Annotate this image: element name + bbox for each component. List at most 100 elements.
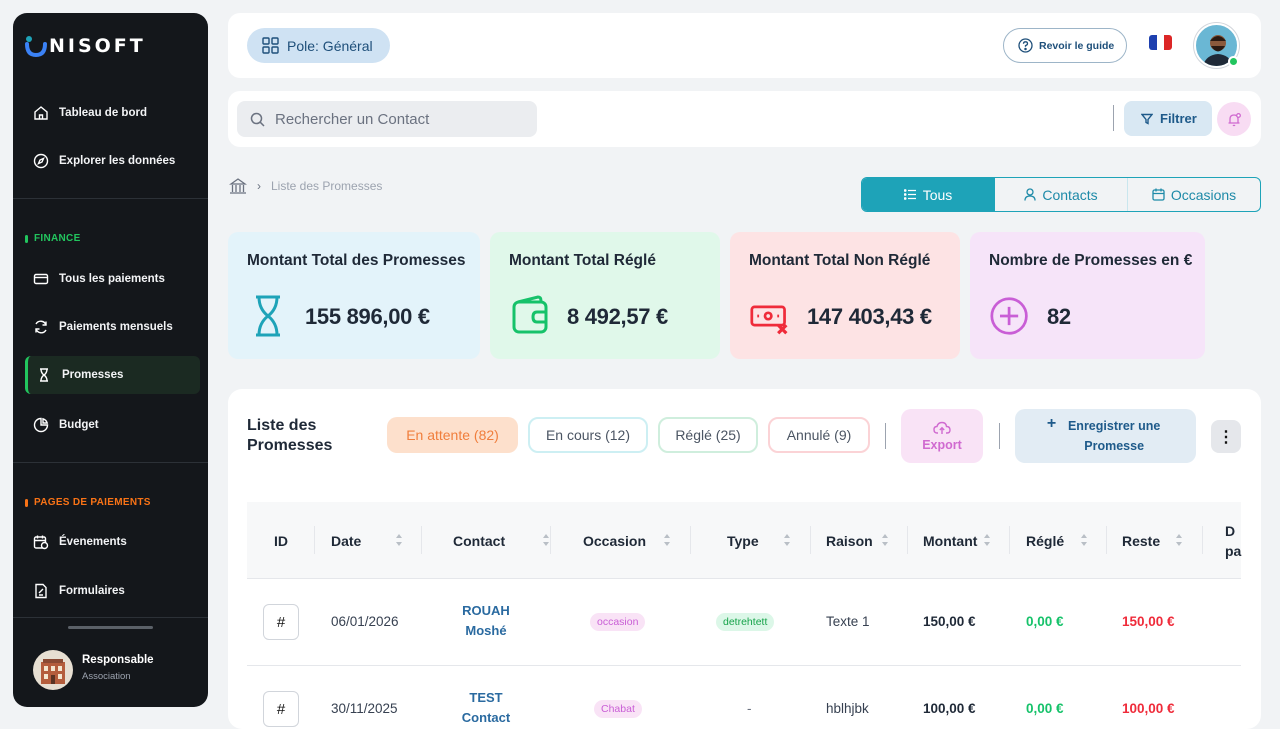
card-value: 8 492,57 € xyxy=(567,304,668,329)
tab-contacts[interactable]: Contacts xyxy=(994,178,1128,211)
guide-label: Revoir le guide xyxy=(1039,39,1115,52)
cloud-upload-icon xyxy=(933,421,951,434)
filter-settled[interactable]: Réglé (25) xyxy=(658,417,758,453)
row-type-badge: detrehtett xyxy=(716,613,775,631)
col-date[interactable]: Date xyxy=(331,502,421,579)
guide-button[interactable]: Revoir le guide xyxy=(1003,28,1127,63)
stat-card-total-unsettled: Montant Total Non Réglé 147 403,43 € xyxy=(730,232,960,359)
filter-pending[interactable]: En attente (82) xyxy=(387,417,518,453)
col-type[interactable]: Type xyxy=(727,502,807,579)
calendar-clock-icon xyxy=(33,535,49,550)
search-bar: Rechercher un Contact Filtrer xyxy=(228,91,1261,147)
divider xyxy=(1202,526,1203,554)
filter-cancelled[interactable]: Annulé (9) xyxy=(768,417,870,453)
row-amount: 100,00 € xyxy=(923,701,976,716)
pole-label: Pole: Général xyxy=(287,37,373,54)
row-remaining: 100,00 € xyxy=(1122,701,1175,716)
table-row[interactable]: # 06/01/2026 ROUAH Moshé occasion detreh… xyxy=(247,579,1241,666)
tab-label: Tous xyxy=(922,186,953,203)
section-finance: FINANCE xyxy=(25,233,81,244)
card-value: 155 896,00 € xyxy=(305,304,430,329)
add-promise-button[interactable]: + Enregistrer une Promesse xyxy=(1015,409,1196,463)
home-icon xyxy=(34,106,48,120)
col-reason[interactable]: Raison xyxy=(826,502,906,579)
sidebar-item-events[interactable]: Évenements xyxy=(25,523,200,561)
row-type: - xyxy=(747,701,752,716)
more-vertical-icon: ⋮ xyxy=(1218,428,1234,446)
col-settled[interactable]: Réglé xyxy=(1026,502,1106,579)
promises-panel: Liste des Promesses En attente (82) En c… xyxy=(228,389,1261,729)
tab-label: Contacts xyxy=(1042,186,1098,203)
pie-chart-icon xyxy=(33,417,49,433)
sidebar-item-budget[interactable]: Budget xyxy=(25,406,200,444)
sidebar: NISOFT Tableau de bord Explorer les donn… xyxy=(13,13,208,707)
col-id: ID xyxy=(274,532,288,549)
more-options-button[interactable]: ⋮ xyxy=(1211,420,1241,453)
tab-label: Occasions xyxy=(1170,186,1237,203)
sidebar-item-explore[interactable]: Explorer les données xyxy=(25,142,200,180)
divider xyxy=(690,526,691,554)
row-id-button[interactable]: # xyxy=(263,691,299,727)
divider xyxy=(421,526,422,554)
row-contact-link[interactable]: ROUAH Moshé xyxy=(451,601,521,641)
panel-title: Liste des Promesses xyxy=(247,417,333,454)
sidebar-item-label: Tableau de bord xyxy=(59,107,147,119)
filter-in-progress[interactable]: En cours (12) xyxy=(528,417,648,453)
online-status-dot xyxy=(1228,56,1239,67)
stat-card-promise-count: Nombre de Promesses en € 82 xyxy=(970,232,1205,359)
row-settled: 0,00 € xyxy=(1026,614,1064,629)
section-payment-pages: PAGES DE PAIEMENTS xyxy=(25,497,151,508)
sidebar-item-label: Évenements xyxy=(59,536,127,548)
bank-icon[interactable] xyxy=(229,178,247,194)
divider xyxy=(550,526,551,554)
card-title: Montant Total des Promesses xyxy=(247,252,466,269)
add-label: Enregistrer une Promesse xyxy=(1067,419,1161,453)
sidebar-item-label: Promesses xyxy=(62,369,124,381)
export-button[interactable]: Export xyxy=(901,409,983,463)
sidebar-item-all-payments[interactable]: Tous les paiements xyxy=(25,260,200,298)
list-icon xyxy=(903,189,916,200)
col-contact[interactable]: Contact xyxy=(453,502,553,579)
search-input[interactable]: Rechercher un Contact xyxy=(237,101,537,137)
help-icon xyxy=(1018,38,1033,53)
tab-occasions[interactable]: Occasions xyxy=(1128,178,1260,211)
sidebar-item-dashboard[interactable]: Tableau de bord xyxy=(25,94,200,132)
language-flag-icon[interactable] xyxy=(1149,35,1172,50)
col-remaining[interactable]: Reste xyxy=(1122,502,1202,579)
sidebar-item-promises[interactable]: Promesses xyxy=(25,356,200,394)
pole-selector[interactable]: Pole: Général xyxy=(247,28,390,63)
credit-card-icon xyxy=(33,273,49,285)
col-amount[interactable]: Montant xyxy=(923,502,1003,579)
search-placeholder: Rechercher un Contact xyxy=(275,110,430,128)
chevron-right-icon: › xyxy=(257,179,261,193)
filter-button[interactable]: Filtrer xyxy=(1124,101,1212,136)
notification-button[interactable] xyxy=(1217,102,1251,136)
drag-handle[interactable] xyxy=(68,626,153,629)
sidebar-item-monthly-payments[interactable]: Paiements mensuels xyxy=(25,308,200,346)
col-occasion[interactable]: Occasion xyxy=(583,502,683,579)
sort-icon xyxy=(1081,534,1087,546)
sort-icon xyxy=(1176,534,1182,546)
avatar xyxy=(33,650,73,690)
sidebar-item-forms[interactable]: Formulaires xyxy=(25,572,200,610)
wallet-icon xyxy=(512,295,548,334)
row-reason: Texte 1 xyxy=(826,614,870,629)
brand-name: NISOFT xyxy=(49,35,146,57)
row-id-button[interactable]: # xyxy=(263,604,299,640)
export-label: Export xyxy=(922,437,962,452)
user-profile[interactable]: Responsable Association xyxy=(13,617,208,707)
divider xyxy=(1106,526,1107,554)
sidebar-item-label: Paiements mensuels xyxy=(59,321,173,333)
form-document-icon xyxy=(35,583,47,599)
brand-logo[interactable]: NISOFT xyxy=(25,33,146,59)
col-due[interactable]: D pa xyxy=(1225,502,1255,579)
search-icon xyxy=(250,112,265,127)
tab-all[interactable]: Tous xyxy=(862,178,994,211)
divider xyxy=(1113,105,1114,131)
row-contact-link[interactable]: TEST Contact xyxy=(451,688,521,728)
building-icon xyxy=(41,659,65,684)
breadcrumb-current: Liste des Promesses xyxy=(271,179,383,193)
row-occasion-badge: Chabat xyxy=(594,700,642,718)
divider xyxy=(13,198,208,199)
sidebar-item-label: Explorer les données xyxy=(59,155,176,167)
